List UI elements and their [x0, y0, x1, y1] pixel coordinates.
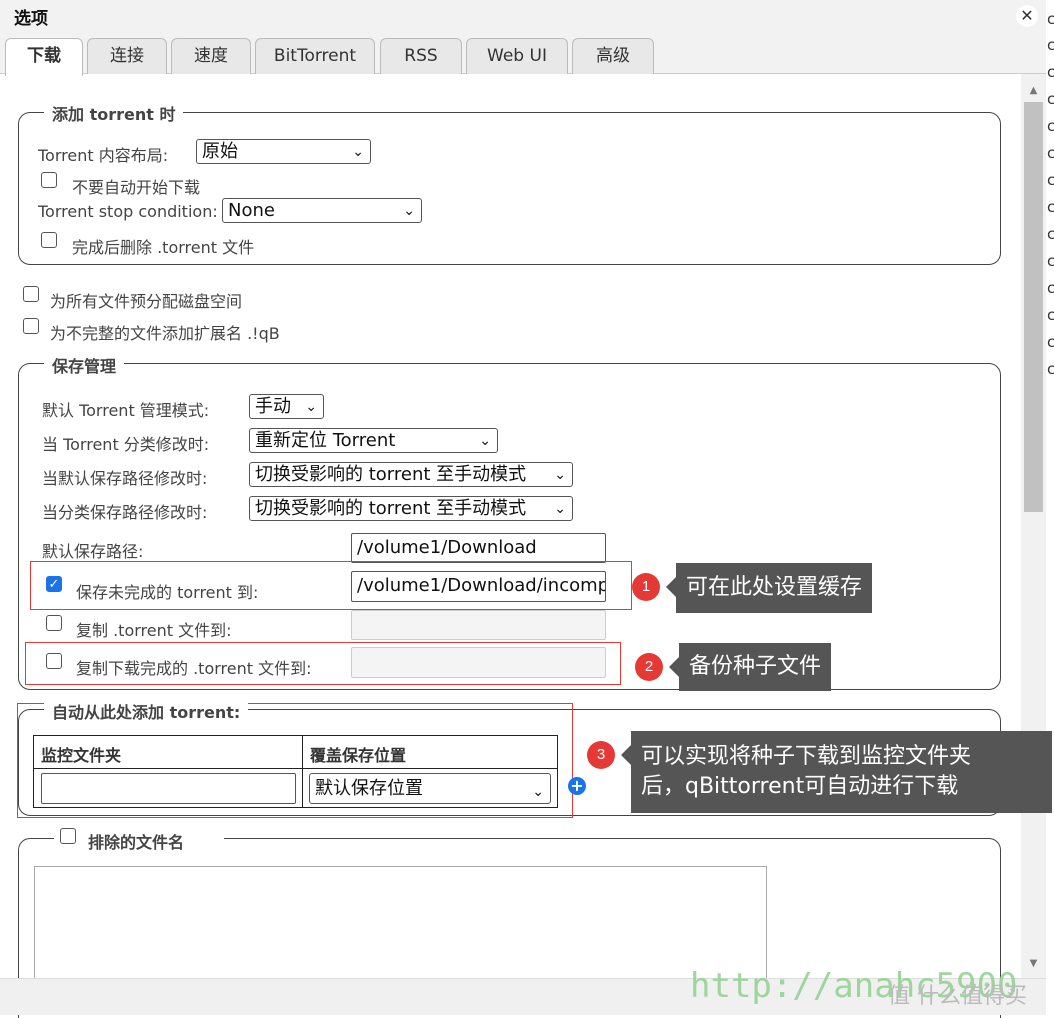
category-changed-label: 当 Torrent 分类修改时:	[42, 435, 210, 454]
table-divider	[302, 735, 303, 808]
callout-3: 可以实现将种子下载到监控文件夹 后，qBittorrent可自动进行下载	[631, 731, 1052, 813]
edge-char: c	[1047, 144, 1054, 162]
edge-char: c	[1047, 279, 1054, 297]
incomplete-label: 保存未完成的 torrent 到:	[76, 583, 259, 602]
edge-char: c	[1047, 63, 1054, 81]
callout-arrow	[669, 657, 679, 677]
close-button[interactable]: ✕	[1016, 5, 1038, 27]
copy-finished-checkbox[interactable]	[46, 653, 62, 669]
preallocate-checkbox[interactable]	[23, 286, 39, 302]
callout-badge-3: 3	[587, 741, 615, 769]
mode-label: 默认 Torrent 管理模式:	[42, 401, 210, 420]
copy-torrent-input[interactable]	[351, 610, 606, 640]
delete-torrent-label: 完成后删除 .torrent 文件	[72, 238, 255, 257]
add-torrent-legend: 添加 torrent 时	[44, 101, 184, 125]
excluded-legend: 排除的文件名	[82, 829, 193, 853]
callout-arrow	[666, 577, 676, 597]
saving-legend: 保存管理	[44, 353, 125, 377]
category-path-changed-select[interactable]: 切换受影响的 torrent 至手动模式 ⌄	[249, 496, 573, 521]
callout-arrow	[621, 745, 631, 765]
chevron-down-icon: ⌄	[554, 467, 566, 483]
edge-char: c	[1047, 198, 1054, 216]
dont-start-checkbox[interactable]	[41, 172, 57, 188]
chevron-down-icon: ⌄	[352, 144, 364, 160]
col-watch-folder: 监控文件夹	[41, 746, 122, 765]
col-override-location: 覆盖保存位置	[310, 746, 407, 765]
chevron-down-icon: ⌄	[554, 501, 566, 517]
copy-torrent-label: 复制 .torrent 文件到:	[76, 621, 232, 640]
copy-torrent-checkbox[interactable]	[46, 615, 62, 631]
copy-finished-input[interactable]	[351, 647, 606, 678]
tab-rss[interactable]: RSS	[380, 38, 462, 74]
append-ext-checkbox[interactable]	[23, 318, 39, 334]
callout-2: 备份种子文件	[679, 643, 832, 691]
scroll-up-icon[interactable]: ▲	[1021, 82, 1046, 100]
mode-select[interactable]: 手动 ⌄	[249, 394, 324, 419]
chevron-down-icon: ⌄	[305, 399, 317, 415]
incomplete-checkbox[interactable]: ✓	[46, 576, 62, 592]
add-watch-folder-button[interactable]: +	[568, 777, 586, 795]
edge-char: c	[1047, 225, 1054, 243]
tab-webui[interactable]: Web UI	[466, 38, 568, 74]
chevron-down-icon: ⌄	[532, 784, 544, 800]
chevron-down-icon: ⌄	[479, 433, 491, 449]
edge-char: c	[1047, 10, 1054, 28]
chevron-down-icon: ⌄	[403, 203, 415, 219]
callout-1: 可在此处设置缓存	[676, 563, 873, 613]
plus-icon: +	[570, 776, 584, 795]
edge-char: c	[1047, 252, 1054, 270]
incomplete-path-input[interactable]: /volume1/Download/incomp	[351, 571, 606, 602]
edge-char: c	[1047, 360, 1054, 378]
preallocate-label: 为所有文件预分配磁盘空间	[50, 292, 243, 311]
callout-badge-2: 2	[635, 653, 663, 681]
tab-downloads[interactable]: 下载	[5, 38, 83, 76]
callout-badge-1: 1	[632, 573, 660, 601]
content-layout-label: Torrent 内容布局:	[38, 146, 169, 165]
edge-char: c	[1047, 36, 1054, 54]
default-path-input[interactable]: /volume1/Download	[351, 533, 606, 563]
edge-char: c	[1047, 90, 1054, 108]
edge-char: c	[1047, 333, 1054, 351]
stop-condition-label: Torrent stop condition:	[38, 202, 218, 221]
close-icon: ✕	[1020, 6, 1034, 25]
dialog-title: 选项	[14, 9, 48, 29]
excluded-checkbox[interactable]	[60, 828, 76, 844]
table-divider	[33, 768, 558, 769]
stop-condition-select[interactable]: None ⌄	[222, 198, 422, 223]
edge-char: c	[1047, 117, 1054, 135]
watermark-site: 值 什么值得买	[888, 984, 1027, 1009]
callout-3-line2: 后，qBittorrent可自动进行下载	[641, 774, 959, 799]
watch-folder-input[interactable]	[41, 773, 296, 804]
default-path-changed-label: 当默认保存路径修改时:	[42, 469, 208, 488]
copy-finished-label: 复制下载完成的 .torrent 文件到:	[76, 659, 312, 678]
override-location-select[interactable]: 默认保存位置 ⌄	[309, 773, 551, 804]
dont-start-label: 不要自动开始下载	[72, 178, 201, 197]
tab-bittorrent[interactable]: BitTorrent	[255, 38, 375, 74]
default-path-changed-select[interactable]: 切换受影响的 torrent 至手动模式 ⌄	[249, 462, 573, 487]
tab-connection[interactable]: 连接	[87, 38, 167, 74]
scrollbar-thumb[interactable]	[1024, 102, 1043, 512]
scroll-down-icon[interactable]: ▼	[1021, 955, 1046, 973]
callout-3-line1: 可以实现将种子下载到监控文件夹	[641, 744, 972, 769]
tab-speed[interactable]: 速度	[171, 38, 251, 74]
edge-char: c	[1047, 306, 1054, 324]
default-path-label: 默认保存路径:	[42, 542, 144, 561]
delete-torrent-checkbox[interactable]	[41, 232, 57, 248]
excluded-textarea[interactable]	[34, 866, 767, 986]
tab-advanced[interactable]: 高级	[572, 38, 654, 74]
watch-legend: 自动从此处添加 torrent:	[44, 699, 249, 723]
category-path-changed-label: 当分类保存路径修改时:	[42, 503, 208, 522]
append-ext-label: 为不完整的文件添加扩展名 .!qB	[50, 324, 280, 343]
content-layout-select[interactable]: 原始 ⌄	[196, 139, 371, 164]
dialog-titlebar	[0, 0, 1046, 30]
edge-char: c	[1047, 171, 1054, 189]
category-changed-select[interactable]: 重新定位 Torrent ⌄	[249, 428, 498, 453]
